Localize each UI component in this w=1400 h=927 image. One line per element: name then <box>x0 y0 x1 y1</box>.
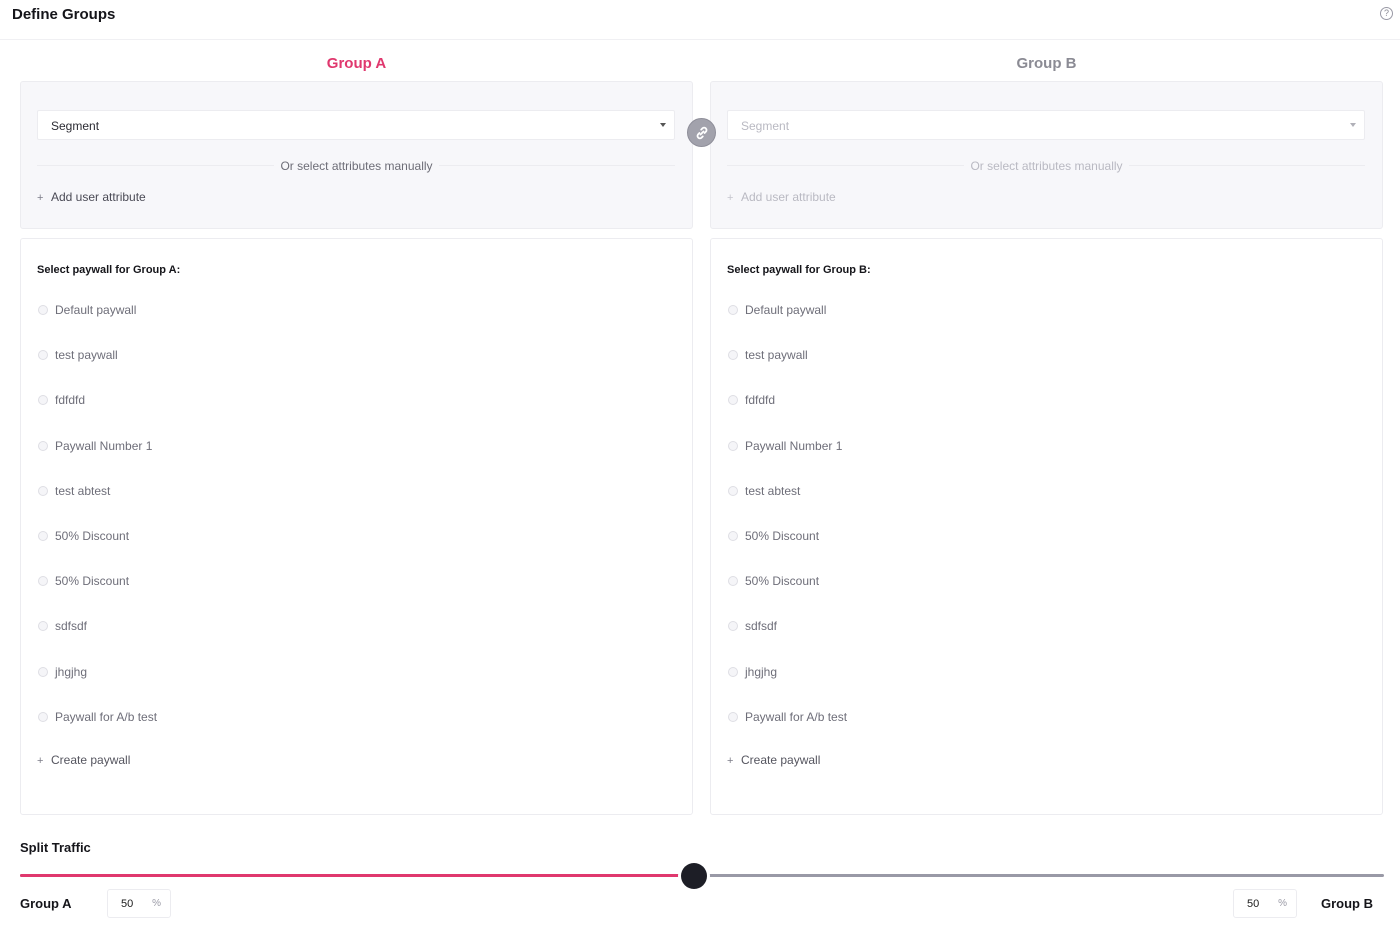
paywall-option-label: Paywall Number 1 <box>745 438 843 453</box>
radio-button[interactable] <box>38 530 48 541</box>
paywall-option-label: 50% Discount <box>745 574 820 589</box>
paywall-option-label: jhgjhg <box>55 664 88 679</box>
radio-button[interactable] <box>728 621 738 632</box>
radio-button[interactable] <box>728 305 738 315</box>
radio-button[interactable] <box>38 711 48 722</box>
radio-button[interactable] <box>38 666 48 677</box>
split-group-a-label: Group A <box>20 896 72 911</box>
link-icon <box>696 126 708 140</box>
group-a-percent-input[interactable] <box>121 898 145 910</box>
help-icon[interactable]: ? <box>1380 7 1393 20</box>
segment-select-label: Segment <box>741 119 790 133</box>
group-b-add-attribute-button[interactable]: + Add user attribute <box>727 190 836 204</box>
create-paywall-label: Create paywall <box>51 753 131 767</box>
percent-sign: % <box>1278 898 1287 909</box>
paywall-option-label: test abtest <box>745 483 801 498</box>
paywall-option-label: test paywall <box>55 348 118 363</box>
plus-icon: + <box>37 192 44 204</box>
radio-button[interactable] <box>38 576 48 587</box>
paywall-option-label: sdfsdf <box>745 619 778 634</box>
group-a-segment-select[interactable]: Segment <box>37 110 675 140</box>
radio-button[interactable] <box>38 305 48 315</box>
group-a-paywall-title: Select paywall for Group A: <box>37 264 181 276</box>
paywall-option-label: jhgjhg <box>745 664 778 679</box>
paywall-option-label: test abtest <box>55 483 111 498</box>
group-b-paywall-title: Select paywall for Group B: <box>727 264 871 276</box>
paywall-option-label: sdfsdf <box>55 619 88 634</box>
paywall-option-label: 50% Discount <box>745 528 820 543</box>
percent-sign: % <box>152 898 161 909</box>
split-traffic-slider-handle[interactable] <box>681 863 707 889</box>
group-b-percent-field[interactable]: % <box>1233 889 1297 918</box>
group-a-percent-field[interactable]: % <box>107 889 171 918</box>
manual-attributes-divider-text: Or select attributes manually <box>711 159 1382 173</box>
paywall-option-label: Paywall for A/b test <box>55 709 158 724</box>
group-b-percent-input[interactable] <box>1247 898 1271 910</box>
radio-button[interactable] <box>728 576 738 587</box>
group-b-create-paywall-button[interactable]: + Create paywall <box>727 753 820 767</box>
radio-button[interactable] <box>38 621 48 632</box>
group-a-segment-card: Segment Or select attributes manually + A… <box>20 81 693 229</box>
radio-button[interactable] <box>38 485 48 496</box>
paywall-option-label: Paywall Number 1 <box>55 438 153 453</box>
radio-button[interactable] <box>728 440 738 451</box>
group-b-segment-select[interactable]: Segment <box>727 110 1365 140</box>
plus-icon: + <box>37 755 44 767</box>
group-a-title: Group A <box>326 55 387 72</box>
radio-button[interactable] <box>38 440 48 451</box>
group-b-paywall-card: Select paywall for Group B: Default payw… <box>710 238 1383 815</box>
group-b-segment-card: Segment Or select attributes manually + A… <box>710 81 1383 229</box>
split-traffic-title: Split Traffic <box>20 840 91 855</box>
add-attribute-label: Add user attribute <box>51 190 146 204</box>
group-a-create-paywall-button[interactable]: + Create paywall <box>37 753 130 767</box>
radio-button[interactable] <box>38 350 48 361</box>
radio-button[interactable] <box>728 666 738 677</box>
chevron-down-icon <box>660 123 666 127</box>
page-title: Define Groups <box>12 6 116 23</box>
define-groups-page: Define Groups ? Group A Group B Segment … <box>0 0 1400 927</box>
paywall-option-label: fdfdfd <box>745 393 776 408</box>
paywall-option-label: fdfdfd <box>55 393 86 408</box>
paywall-option-label: Default paywall <box>55 303 137 317</box>
paywall-option-label: Paywall for A/b test <box>745 709 848 724</box>
split-traffic-slider-fill <box>20 874 688 877</box>
paywall-option-label: test paywall <box>745 348 808 363</box>
link-segments-button[interactable] <box>687 118 716 147</box>
radio-button[interactable] <box>728 530 738 541</box>
group-a-paywall-card: Select paywall for Group A: Default payw… <box>20 238 693 815</box>
segment-select-label: Segment <box>51 119 100 133</box>
plus-icon: + <box>727 755 734 767</box>
split-group-b-label: Group B <box>1321 896 1373 911</box>
radio-button[interactable] <box>38 395 48 406</box>
radio-button[interactable] <box>728 711 738 722</box>
paywall-option-label: Default paywall <box>745 303 827 317</box>
plus-icon: + <box>727 192 734 204</box>
radio-button[interactable] <box>728 485 738 496</box>
group-b-title: Group B <box>1016 55 1077 72</box>
create-paywall-label: Create paywall <box>741 753 821 767</box>
paywall-option-label: 50% Discount <box>55 574 130 589</box>
chevron-down-icon <box>1350 123 1356 127</box>
manual-attributes-divider-text: Or select attributes manually <box>21 159 692 173</box>
group-a-add-attribute-button[interactable]: + Add user attribute <box>37 190 146 204</box>
paywall-option-label: 50% Discount <box>55 528 130 543</box>
radio-button[interactable] <box>728 350 738 361</box>
radio-button[interactable] <box>728 395 738 406</box>
header: Define Groups ? <box>0 0 1400 40</box>
add-attribute-label: Add user attribute <box>741 190 836 204</box>
